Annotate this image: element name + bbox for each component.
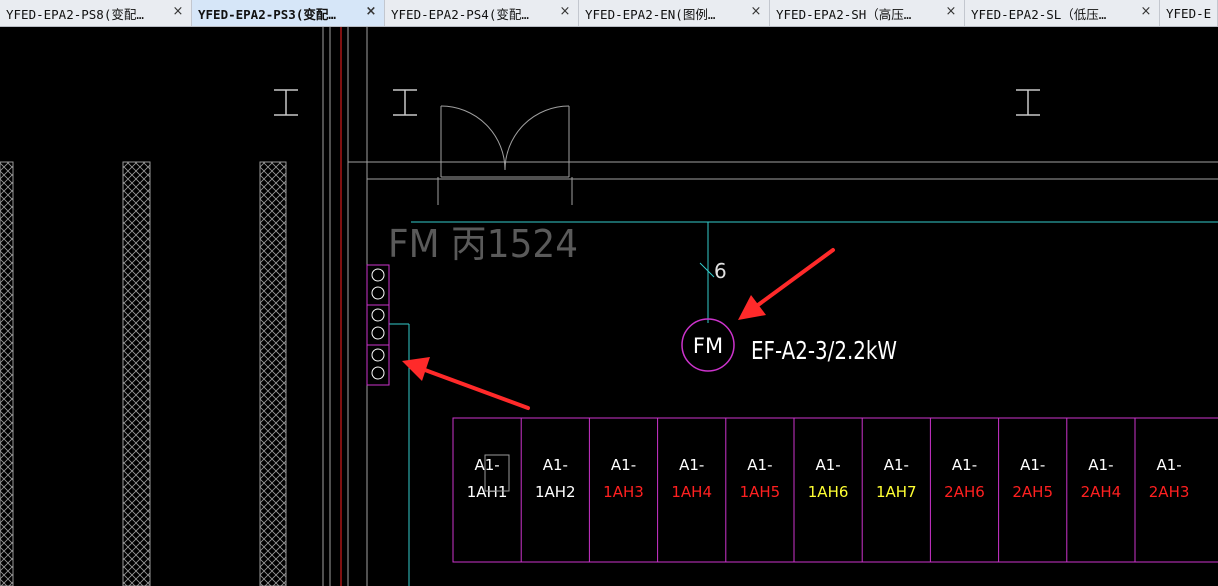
panel-label-top: A1- <box>815 456 840 474</box>
switchgear-panel[interactable]: A1- 1AH3 <box>588 418 644 562</box>
tab-label: YFED-E <box>1166 5 1212 21</box>
hatched-wall-1 <box>0 161 14 586</box>
cad-drawing-canvas[interactable]: FM 丙1524 6 FM EF-A2-3/2.2kW A1- 1AH1 A1- 1A… <box>0 27 1218 586</box>
tab-close-icon[interactable]: × <box>1139 4 1153 20</box>
tab-label: YFED-EPA2-PS3(变配… <box>198 6 336 22</box>
panel-label-id: 1AH4 <box>671 483 712 501</box>
tab-label: YFED-EPA2-PS4(变配… <box>391 6 529 22</box>
wire-count-slash <box>699 262 715 278</box>
switchgear-panel[interactable]: A1- 1AH1 <box>467 456 508 501</box>
tab-3[interactable]: YFED-EPA2-PS4(变配… × <box>385 0 579 26</box>
switchgear-panel[interactable]: A1- 2AH5 <box>998 418 1053 562</box>
annotation-arrow-fan <box>738 248 835 320</box>
hatched-wall-2 <box>122 161 151 586</box>
fan-motor-symbol[interactable]: FM <box>681 318 735 372</box>
panel-label-top: A1- <box>543 456 568 474</box>
tab-7[interactable]: YFED-E <box>1160 0 1218 26</box>
column-symbol-1 <box>274 89 298 116</box>
switchgear-panel[interactable]: A1- 2AH6 <box>929 418 985 562</box>
panel-label-top: A1- <box>884 456 909 474</box>
panel-label-id: 1AH3 <box>603 483 644 501</box>
panel-label-id: 1AH5 <box>740 483 781 501</box>
panel-label-top: A1- <box>747 456 772 474</box>
tab-close-icon[interactable]: × <box>364 4 378 20</box>
tab-close-icon[interactable]: × <box>558 4 572 20</box>
tab-4[interactable]: YFED-EPA2-EN(图例… × <box>579 0 770 26</box>
fan-symbol-text: FM <box>693 334 723 358</box>
panel-label-id: 1AH1 <box>467 483 508 501</box>
tab-label: YFED-EPA2-SH（高压… <box>776 6 912 22</box>
tab-close-icon[interactable]: × <box>749 4 763 20</box>
tab-close-icon[interactable]: × <box>171 4 185 20</box>
panel-label-top: A1- <box>1020 456 1045 474</box>
room-label: FM 丙1524 <box>388 222 578 266</box>
panel-label-id: 1AH2 <box>535 483 576 501</box>
switchgear-panel[interactable]: A1- 2AH3 <box>1134 418 1190 562</box>
switchgear-panel-row: A1- 1AH1 A1- 1AH2 A1- 1AH3 A1- 1AH4 A1- 1AH5 A1- 1A… <box>452 417 1218 563</box>
switchgear-panel[interactable]: A1- 1AH7 <box>861 418 917 562</box>
tab-1[interactable]: YFED-EPA2-PS8(变配… × <box>0 0 192 26</box>
column-symbol-2 <box>393 89 417 116</box>
switchgear-panel[interactable]: A1- 1AH2 <box>520 418 576 562</box>
fan-label: EF-A2-3/2.2kW <box>751 336 897 365</box>
tab-6[interactable]: YFED-EPA2-SL（低压… × <box>965 0 1160 26</box>
switchgear-panel[interactable]: A1- 1AH6 <box>793 418 849 562</box>
tab-5[interactable]: YFED-EPA2-SH（高压… × <box>770 0 965 26</box>
panel-label-top: A1- <box>679 456 704 474</box>
panel-label-top: A1- <box>952 456 977 474</box>
panel-label-id: 1AH6 <box>808 483 849 501</box>
annotation-arrow-terminal <box>402 357 530 410</box>
tab-label: YFED-EPA2-EN(图例… <box>585 6 716 22</box>
tab-bar: YFED-EPA2-PS8(变配… × YFED-EPA2-PS3(变配… × YFED… <box>0 0 1218 27</box>
tab-label: YFED-EPA2-SL（低压… <box>971 6 1107 22</box>
panel-label-top: A1- <box>1088 456 1113 474</box>
panel-label-id: 1AH7 <box>876 483 917 501</box>
switchgear-panel[interactable]: A1- 2AH4 <box>1066 418 1122 562</box>
panel-label-id: 2AH6 <box>944 483 985 501</box>
hatched-wall-3 <box>259 161 287 586</box>
panel-label-id: 2AH5 <box>1012 483 1053 501</box>
column-symbol-3 <box>1016 89 1040 116</box>
panel-label-top: A1- <box>474 456 499 474</box>
switchgear-panel[interactable]: A1- 1AH4 <box>657 418 712 562</box>
wire-count-label: 6 <box>714 259 727 283</box>
panel-label-id: 2AH3 <box>1149 483 1190 501</box>
panel-label-top: A1- <box>611 456 636 474</box>
panel-label-id: 2AH4 <box>1081 483 1122 501</box>
switchgear-panel[interactable]: A1- 1AH5 <box>725 418 781 562</box>
terminal-circles <box>371 268 385 380</box>
double-door-symbol <box>437 105 573 205</box>
tab-2[interactable]: YFED-EPA2-PS3(变配… × <box>192 0 385 26</box>
tab-close-icon[interactable]: × <box>944 4 958 20</box>
panel-label-top: A1- <box>1156 456 1181 474</box>
tab-label: YFED-EPA2-PS8(变配… <box>6 6 144 22</box>
